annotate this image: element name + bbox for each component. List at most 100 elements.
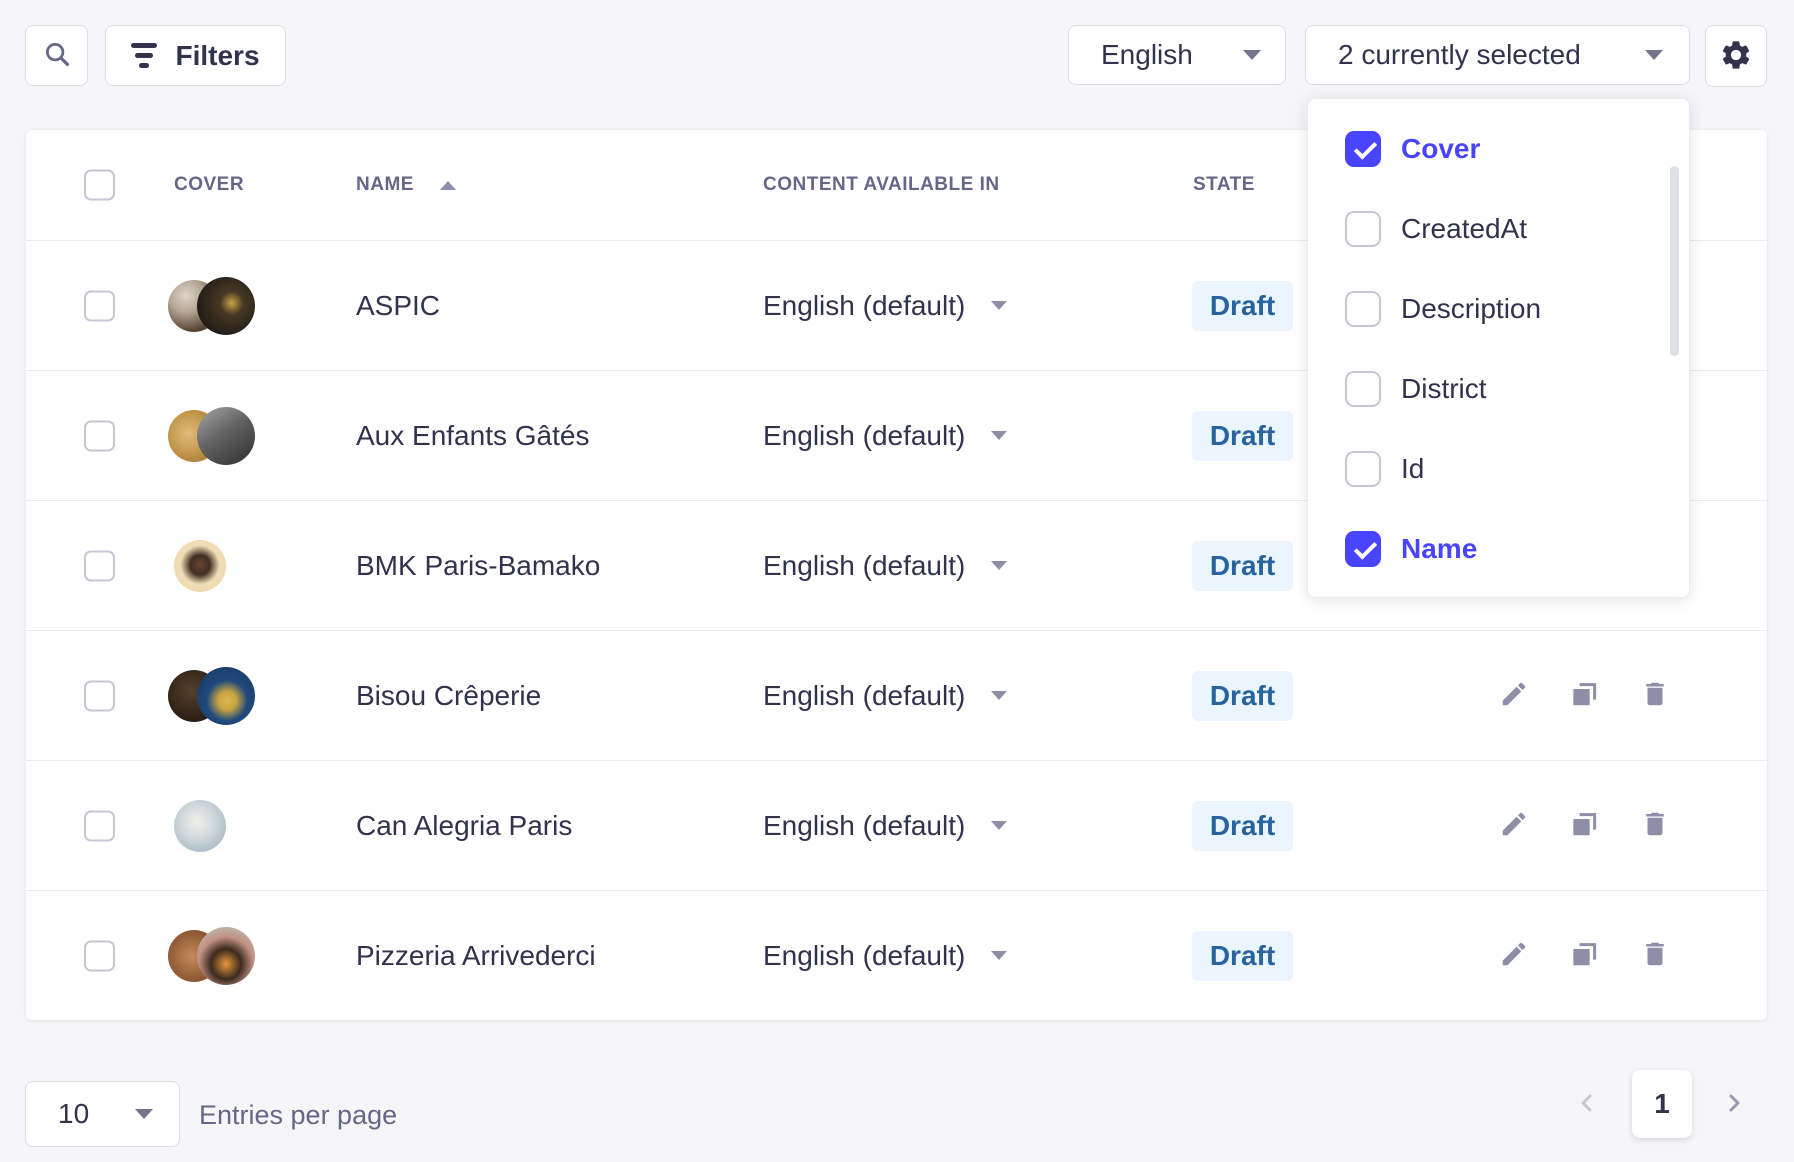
columns-dropdown-list: Cover CreatedAt Description District Id … [1308,109,1689,589]
search-icon [42,39,72,72]
locale-dropdown[interactable]: English (default) [763,290,1007,322]
next-page-button[interactable] [1714,1084,1754,1124]
checkbox[interactable] [1345,451,1381,487]
chevron-down-icon [991,691,1007,700]
row-name: Pizzeria Arrivederci [356,940,596,972]
locale-select[interactable]: English [1068,25,1286,85]
cover-avatar [168,797,258,855]
column-option[interactable]: District [1308,349,1689,429]
column-option-label: District [1401,373,1487,405]
copy-icon [1569,809,1599,842]
status-badge: Draft [1192,281,1293,331]
locale-label: English (default) [763,290,965,322]
column-option[interactable]: Cover [1308,109,1689,189]
table-row[interactable]: Bisou Crêperie English (default) Draft [26,630,1767,760]
chevron-down-icon [1243,50,1261,60]
delete-button[interactable] [1635,936,1675,976]
column-option-label: Cover [1401,133,1480,165]
column-option[interactable]: CreatedAt [1308,189,1689,269]
table-row[interactable]: Can Alegria Paris English (default) Draf… [26,760,1767,890]
trash-icon [1640,679,1670,712]
chevron-down-icon [1645,50,1663,60]
state-cell: Draft [1192,411,1293,461]
checkbox[interactable] [1345,291,1381,327]
columns-dropdown: Cover CreatedAt Description District Id … [1307,98,1690,598]
checkbox[interactable] [1345,371,1381,407]
chevron-right-icon [1722,1091,1746,1118]
checkbox[interactable] [1345,211,1381,247]
page-1-button[interactable]: 1 [1632,1070,1692,1138]
row-checkbox[interactable] [84,420,115,451]
state-cell: Draft [1192,931,1293,981]
column-header-content-available-in: CONTENT AVAILABLE IN [763,174,1000,196]
duplicate-button[interactable] [1564,936,1604,976]
checkbox[interactable] [1345,531,1381,567]
column-option[interactable]: Name [1308,509,1689,589]
sort-ascending-icon [440,181,456,190]
column-header-state: STATE [1193,174,1255,196]
chevron-down-icon [991,561,1007,570]
filters-button[interactable]: Filters [105,25,286,86]
locale-dropdown[interactable]: English (default) [763,680,1007,712]
chevron-down-icon [991,821,1007,830]
cover-avatar [168,927,258,985]
duplicate-button[interactable] [1564,676,1604,716]
column-option[interactable]: Id [1308,429,1689,509]
cover-image [197,667,255,725]
cover-image [197,927,255,985]
checkbox[interactable] [1345,131,1381,167]
locale-dropdown[interactable]: English (default) [763,810,1007,842]
columns-select[interactable]: 2 currently selected [1305,25,1690,85]
chevron-down-icon [991,951,1007,960]
column-option-label: CreatedAt [1401,213,1527,245]
cover-image [197,407,255,465]
locale-label: English (default) [763,680,965,712]
state-cell: Draft [1192,671,1293,721]
row-checkbox[interactable] [84,940,115,971]
previous-page-button[interactable] [1567,1084,1607,1124]
column-option[interactable]: Description [1308,269,1689,349]
entries-per-page-value: 10 [58,1098,89,1130]
trash-icon [1640,939,1670,972]
chevron-left-icon [1575,1091,1599,1118]
column-header-cover: COVER [174,174,244,196]
edit-button[interactable] [1494,936,1534,976]
state-cell: Draft [1192,541,1293,591]
settings-button[interactable] [1705,25,1767,87]
status-badge: Draft [1192,541,1293,591]
row-checkbox[interactable] [84,550,115,581]
select-all-checkbox[interactable] [84,170,115,201]
cover-avatar [168,667,258,725]
table-row[interactable]: Pizzeria Arrivederci English (default) D… [26,890,1767,1020]
cover-avatar [168,537,258,595]
column-header-name[interactable]: NAME [356,174,456,196]
delete-button[interactable] [1635,676,1675,716]
scrollbar[interactable] [1670,166,1679,356]
content-list-page: Filters English 2 currently selected COV… [0,0,1794,1162]
locale-label: English (default) [763,810,965,842]
state-cell: Draft [1192,281,1293,331]
cover-image [174,540,226,592]
state-cell: Draft [1192,801,1293,851]
locale-dropdown[interactable]: English (default) [763,940,1007,972]
pencil-icon [1499,809,1529,842]
row-checkbox[interactable] [84,810,115,841]
copy-icon [1569,679,1599,712]
entries-per-page-select[interactable]: 10 [25,1081,180,1147]
delete-button[interactable] [1635,806,1675,846]
search-button[interactable] [25,25,88,86]
row-name: Can Alegria Paris [356,810,572,842]
row-checkbox[interactable] [84,680,115,711]
duplicate-button[interactable] [1564,806,1604,846]
pencil-icon [1499,679,1529,712]
locale-dropdown[interactable]: English (default) [763,420,1007,452]
chevron-down-icon [991,431,1007,440]
row-name: ASPIC [356,290,440,322]
edit-button[interactable] [1494,806,1534,846]
filters-label: Filters [175,40,259,72]
row-checkbox[interactable] [84,290,115,321]
edit-button[interactable] [1494,676,1534,716]
chevron-down-icon [991,301,1007,310]
row-name: Bisou Crêperie [356,680,541,712]
locale-dropdown[interactable]: English (default) [763,550,1007,582]
